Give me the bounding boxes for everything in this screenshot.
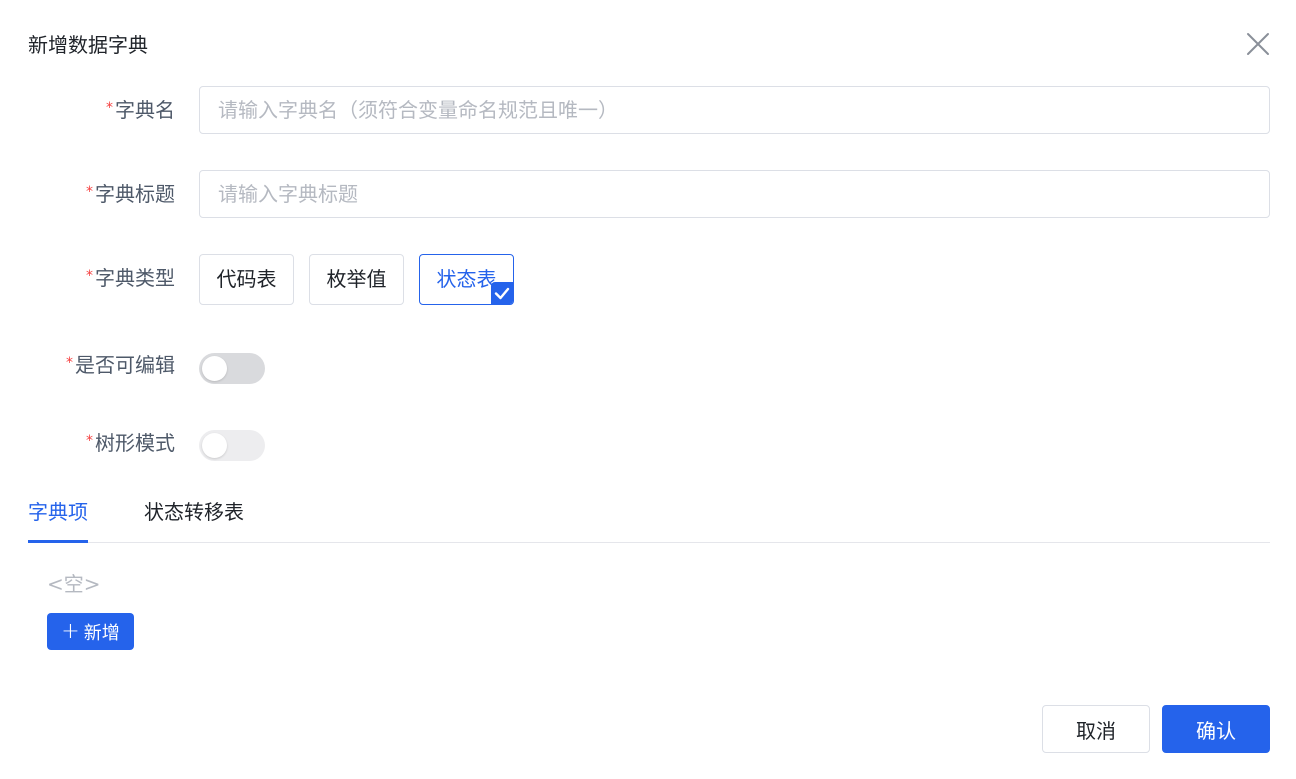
required-mark: * bbox=[66, 355, 73, 371]
close-icon bbox=[1247, 33, 1269, 55]
switch-knob bbox=[202, 433, 227, 458]
dialog-title: 新增数据字典 bbox=[28, 33, 148, 57]
check-icon bbox=[494, 287, 510, 300]
editable-switch[interactable] bbox=[199, 353, 265, 384]
editable-label: * 是否可编辑 bbox=[66, 353, 175, 377]
cancel-button[interactable]: 取消 bbox=[1042, 705, 1150, 753]
dictionary-tabs: 字典项 状态转移表 bbox=[28, 494, 1270, 543]
tree-mode-switch[interactable] bbox=[199, 430, 265, 461]
required-mark: * bbox=[86, 268, 93, 284]
switch-knob bbox=[202, 356, 227, 381]
type-label: * 字典类型 bbox=[86, 266, 175, 290]
title-label: * 字典标题 bbox=[86, 182, 175, 206]
required-mark: * bbox=[106, 100, 113, 116]
tab-dictionary-items[interactable]: 字典项 bbox=[28, 494, 88, 543]
selected-check-badge bbox=[491, 282, 513, 304]
dictionary-name-input[interactable] bbox=[199, 86, 1270, 134]
name-label: * 字典名 bbox=[106, 98, 175, 122]
type-option-code-table[interactable]: 代码表 bbox=[199, 254, 294, 305]
required-mark: * bbox=[86, 433, 93, 449]
required-mark: * bbox=[86, 184, 93, 200]
new-dictionary-dialog: 新增数据字典 *字典名 *字典标题 *字典类型 代码表 枚举值 状态表 bbox=[0, 0, 1296, 779]
type-option-status-table[interactable]: 状态表 bbox=[419, 254, 514, 305]
close-button[interactable] bbox=[1244, 30, 1272, 58]
confirm-button[interactable]: 确认 bbox=[1162, 705, 1270, 753]
add-item-button[interactable]: + 新增 bbox=[47, 613, 134, 650]
dictionary-title-input[interactable] bbox=[199, 170, 1270, 218]
empty-placeholder: <空> bbox=[47, 572, 101, 596]
plus-icon: + bbox=[61, 618, 80, 644]
tree-mode-label: * 树形模式 bbox=[86, 431, 175, 455]
tab-state-transition-table[interactable]: 状态转移表 bbox=[144, 494, 244, 542]
type-option-enum[interactable]: 枚举值 bbox=[309, 254, 404, 305]
